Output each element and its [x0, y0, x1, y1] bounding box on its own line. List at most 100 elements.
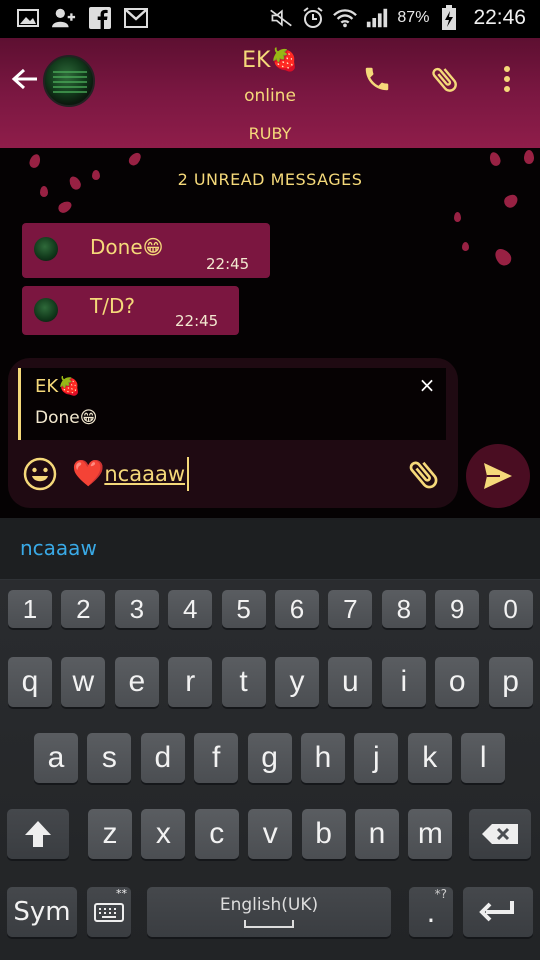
decor-petal: [126, 150, 144, 168]
key-k[interactable]: k: [407, 733, 452, 783]
key-5[interactable]: 5: [221, 590, 266, 628]
key-1[interactable]: 1: [8, 590, 52, 628]
key-h[interactable]: h: [301, 733, 345, 783]
heart-emoji: ❤️: [72, 459, 105, 489]
key-label: i: [400, 665, 408, 698]
decor-petal: [524, 150, 534, 164]
message-bubble[interactable]: Done😁 22:45: [22, 223, 270, 278]
status-right-icons: 87% 22:46: [269, 5, 526, 30]
key-c[interactable]: c: [194, 809, 239, 859]
message-text: Done😁: [90, 235, 164, 259]
key-label: t: [239, 665, 248, 698]
space-bar-icon: [244, 920, 294, 928]
settings-hint: **: [116, 887, 127, 900]
key-label: w: [72, 665, 95, 698]
key-l[interactable]: l: [461, 733, 506, 783]
key-b[interactable]: b: [301, 809, 346, 859]
reply-sender-name: EK🍓: [35, 376, 81, 397]
status-bar: 87% 22:46: [0, 0, 540, 38]
emoji-button[interactable]: [22, 456, 58, 492]
call-button[interactable]: [360, 62, 394, 96]
key-label: v: [262, 817, 278, 850]
key-label: u: [342, 665, 359, 698]
key-s[interactable]: s: [87, 733, 132, 783]
key-d[interactable]: d: [140, 733, 185, 783]
key-7[interactable]: 7: [328, 590, 373, 628]
key-label: o: [448, 665, 466, 698]
message-text: T/D?: [90, 294, 135, 318]
key-f[interactable]: f: [194, 733, 239, 783]
space-key[interactable]: English(UK): [147, 887, 391, 937]
key-m[interactable]: m: [408, 809, 453, 859]
key-q[interactable]: q: [8, 657, 52, 707]
key-a[interactable]: a: [34, 733, 78, 783]
key-e[interactable]: e: [114, 657, 159, 707]
enter-key[interactable]: [463, 887, 533, 937]
key-i[interactable]: i: [381, 657, 426, 707]
suggestion-word[interactable]: ncaaaw: [20, 536, 97, 560]
phone-icon: [365, 67, 389, 91]
key-u[interactable]: u: [328, 657, 373, 707]
key-g[interactable]: g: [247, 733, 292, 783]
message-bubble[interactable]: T/D? 22:45: [22, 286, 239, 335]
decor-petal: [501, 191, 521, 211]
key-label: 3: [129, 593, 145, 624]
decor-petal: [454, 212, 461, 222]
key-label: n: [368, 817, 386, 850]
key-3[interactable]: 3: [114, 590, 159, 628]
sym-key[interactable]: Sym: [7, 887, 77, 937]
paperclip-icon: [409, 461, 438, 489]
keyboard-settings-key[interactable]: **: [87, 887, 131, 937]
key-9[interactable]: 9: [435, 590, 480, 628]
input-value: ncaaaw: [104, 462, 186, 486]
key-6[interactable]: 6: [275, 590, 319, 628]
key-0[interactable]: 0: [488, 590, 533, 628]
suggestion-bar: ncaaaw: [0, 518, 540, 580]
shift-key[interactable]: [7, 809, 69, 859]
message-time: 22:45: [206, 255, 250, 273]
backspace-key[interactable]: [469, 809, 531, 859]
sender-avatar: [34, 237, 58, 261]
period-key[interactable]: *? .: [409, 887, 453, 937]
space-label: English(UK): [219, 895, 319, 915]
key-label: x: [155, 817, 171, 850]
battery-charging-icon: [437, 5, 461, 30]
clock-time: 22:46: [473, 6, 526, 29]
key-n[interactable]: n: [355, 809, 399, 859]
decor-petal: [56, 199, 74, 215]
key-j[interactable]: j: [354, 733, 399, 783]
key-o[interactable]: o: [435, 657, 480, 707]
overflow-menu-button[interactable]: [490, 62, 524, 96]
key-label: e: [128, 665, 146, 698]
key-y[interactable]: y: [275, 657, 319, 707]
backspace-icon: [482, 824, 518, 844]
attach-button[interactable]: [406, 456, 442, 492]
key-2[interactable]: 2: [61, 590, 106, 628]
key-label: b: [315, 817, 332, 850]
key-label: c: [209, 817, 225, 850]
close-reply-button[interactable]: ×: [416, 374, 438, 396]
key-p[interactable]: p: [488, 657, 533, 707]
key-label: p: [502, 665, 519, 698]
key-8[interactable]: 8: [381, 590, 426, 628]
send-button[interactable]: [466, 444, 530, 508]
key-r[interactable]: r: [168, 657, 213, 707]
key-label: k: [422, 741, 438, 774]
message-input[interactable]: ❤️ ncaaaw: [72, 455, 190, 493]
key-label: 5: [236, 593, 251, 624]
keyboard: Sym ** English(UK) *? . 1 2 3 4 5 6 7 8 9 0 qwe r t y…: [0, 580, 540, 960]
unread-banner: 2 UNREAD MESSAGES: [177, 170, 363, 189]
attach-header-button[interactable]: [428, 62, 462, 96]
key-t[interactable]: t: [221, 657, 266, 707]
key-w[interactable]: w: [61, 657, 106, 707]
key-z[interactable]: z: [88, 809, 132, 859]
key-label: z: [102, 817, 118, 850]
message-time: 22:45: [175, 312, 219, 330]
status-left-icons: [16, 7, 148, 29]
key-label: h: [314, 741, 332, 774]
key-v[interactable]: v: [248, 809, 293, 859]
key-x[interactable]: x: [141, 809, 186, 859]
shift-arrow-icon: [25, 821, 51, 847]
key-4[interactable]: 4: [168, 590, 213, 628]
reply-text: Done😁: [35, 408, 98, 428]
